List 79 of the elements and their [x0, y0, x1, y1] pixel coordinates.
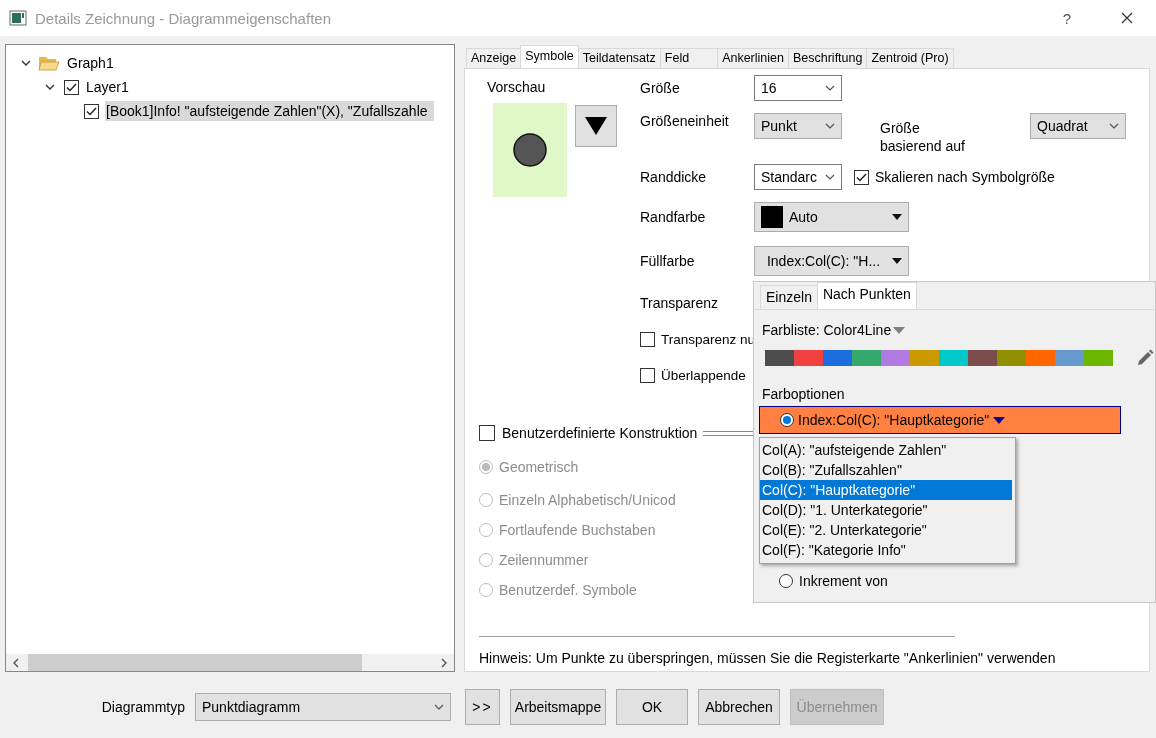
dropdown-arrow-icon[interactable] — [893, 326, 906, 334]
checkbox-label: Benutzerdefinierte Konstruktion — [502, 425, 698, 441]
unit-dropdown[interactable]: Punkt — [754, 113, 842, 139]
list-item[interactable]: Col(A): "aufsteigende Zahlen" — [760, 440, 1012, 460]
chart-type-dropdown[interactable]: Punktdiagramm — [195, 693, 451, 721]
list-item[interactable]: Col(D): "1. Unterkategorie" — [760, 500, 1012, 520]
color-option-dropdown[interactable]: Index:Col(C): "Hauptkategorie" — [759, 406, 1121, 434]
hint-text: Hinweis: Um Punkte zu überspringen, müssen Sie die Registerkarte "Ankerlinien" verwenden — [479, 650, 1057, 666]
horizontal-scrollbar[interactable] — [6, 654, 454, 671]
color-palette[interactable] — [765, 350, 1113, 366]
triangle-down-icon — [993, 416, 1006, 424]
chevron-down-icon — [825, 85, 835, 91]
radio-label: Einzeln Alphabetisch/Unicod — [499, 492, 676, 508]
window-title: Details Zeichnung - Diagrammeigenschaften — [35, 9, 331, 27]
triangle-down-icon — [892, 214, 902, 220]
radio-label: Inkrement von — [799, 573, 888, 589]
radio-label: Fortlaufende Buchstaben — [499, 522, 656, 538]
basis-dropdown[interactable]: Quadrat — [1030, 113, 1126, 139]
tab[interactable]: Anzeige — [466, 48, 522, 68]
checkbox[interactable] — [64, 79, 79, 95]
radio-button[interactable] — [780, 413, 794, 427]
checkbox[interactable] — [84, 103, 99, 119]
checkbox[interactable] — [479, 425, 495, 441]
radio-button[interactable] — [779, 574, 793, 588]
size-dropdown[interactable]: 16 — [754, 75, 842, 101]
fill-color-dropdown[interactable]: Index:Col(C): "H... — [754, 246, 909, 276]
tree-item[interactable]: Graph1 — [66, 53, 115, 73]
tab[interactable]: Zentroid (Pro) — [866, 48, 954, 68]
checkbox[interactable] — [640, 331, 655, 347]
app-icon — [9, 10, 27, 26]
scroll-right-icon[interactable] — [440, 657, 448, 668]
field-label: Füllfarbe — [640, 253, 696, 269]
checkbox-label: Überlappende — [661, 367, 746, 383]
scroll-left-icon[interactable] — [12, 657, 20, 668]
dialog-button[interactable]: Arbeitsmappe — [510, 689, 606, 725]
radio-label: Zeilennummer — [499, 552, 589, 568]
symbol-picker-button[interactable] — [575, 105, 617, 147]
list-item[interactable]: Col(C): "Hauptkategorie" — [760, 480, 1012, 500]
field-label: Randdicke — [640, 169, 708, 185]
field-label: Größe — [640, 80, 681, 96]
edge-color-dropdown[interactable]: Auto — [754, 202, 909, 232]
help-button[interactable]: ? — [1062, 9, 1071, 27]
chevron-down-icon — [825, 174, 835, 180]
tree-item[interactable]: Layer1 — [85, 77, 130, 97]
radio-label: Benutzerdef. Symbole — [499, 582, 637, 598]
field-label: Größeneinheit — [640, 113, 730, 129]
collapse-icon[interactable] — [45, 84, 55, 90]
pencil-icon[interactable] — [1135, 348, 1155, 368]
chevron-down-icon — [825, 123, 835, 129]
circle-symbol-icon — [512, 132, 548, 168]
close-icon[interactable] — [1121, 12, 1133, 24]
radio-label: Geometrisch — [499, 459, 579, 475]
palette-label: Farbliste: Color4Line — [762, 322, 892, 338]
dialog-button[interactable]: Abbrechen — [698, 689, 780, 725]
field-label: Transparenz — [640, 295, 720, 311]
tab[interactable]: Symbole — [520, 45, 579, 68]
triangle-down-icon — [892, 258, 902, 264]
list-item[interactable]: Col(E): "2. Unterkategorie" — [760, 520, 1012, 540]
chevron-down-icon — [1109, 123, 1119, 129]
checkbox[interactable] — [640, 367, 655, 383]
edge-width-dropdown[interactable]: Standarc — [754, 164, 842, 190]
checkbox[interactable] — [854, 169, 869, 185]
dialog-button[interactable]: >> — [465, 689, 500, 725]
tab[interactable]: Beschriftung — [787, 48, 868, 68]
section-label: Farboptionen — [762, 386, 846, 402]
list-item[interactable]: Col(B): "Zufallszahlen" — [760, 460, 1012, 480]
tree-item[interactable]: [Book1]Info! "aufsteigende Zahlen"(X), "Zufallszahle — [105, 101, 434, 121]
chevron-down-icon — [434, 704, 444, 710]
field-label: Randfarbe — [640, 209, 707, 225]
preview-label: Vorschau — [487, 79, 546, 95]
list-item[interactable]: Col(F): "Kategorie Info" — [760, 540, 1012, 560]
field-label: Diagrammtyp — [100, 699, 185, 715]
dialog-button[interactable]: OK — [616, 689, 688, 725]
collapse-icon[interactable] — [21, 60, 31, 66]
field-label: Größe basierend auf — [880, 119, 966, 155]
triangle-down-icon — [585, 117, 607, 135]
folder-icon — [38, 54, 60, 72]
checkbox-label: Skalieren nach Symbolgröße — [875, 169, 1055, 185]
tab[interactable]: Nach Punkten — [816, 282, 917, 309]
